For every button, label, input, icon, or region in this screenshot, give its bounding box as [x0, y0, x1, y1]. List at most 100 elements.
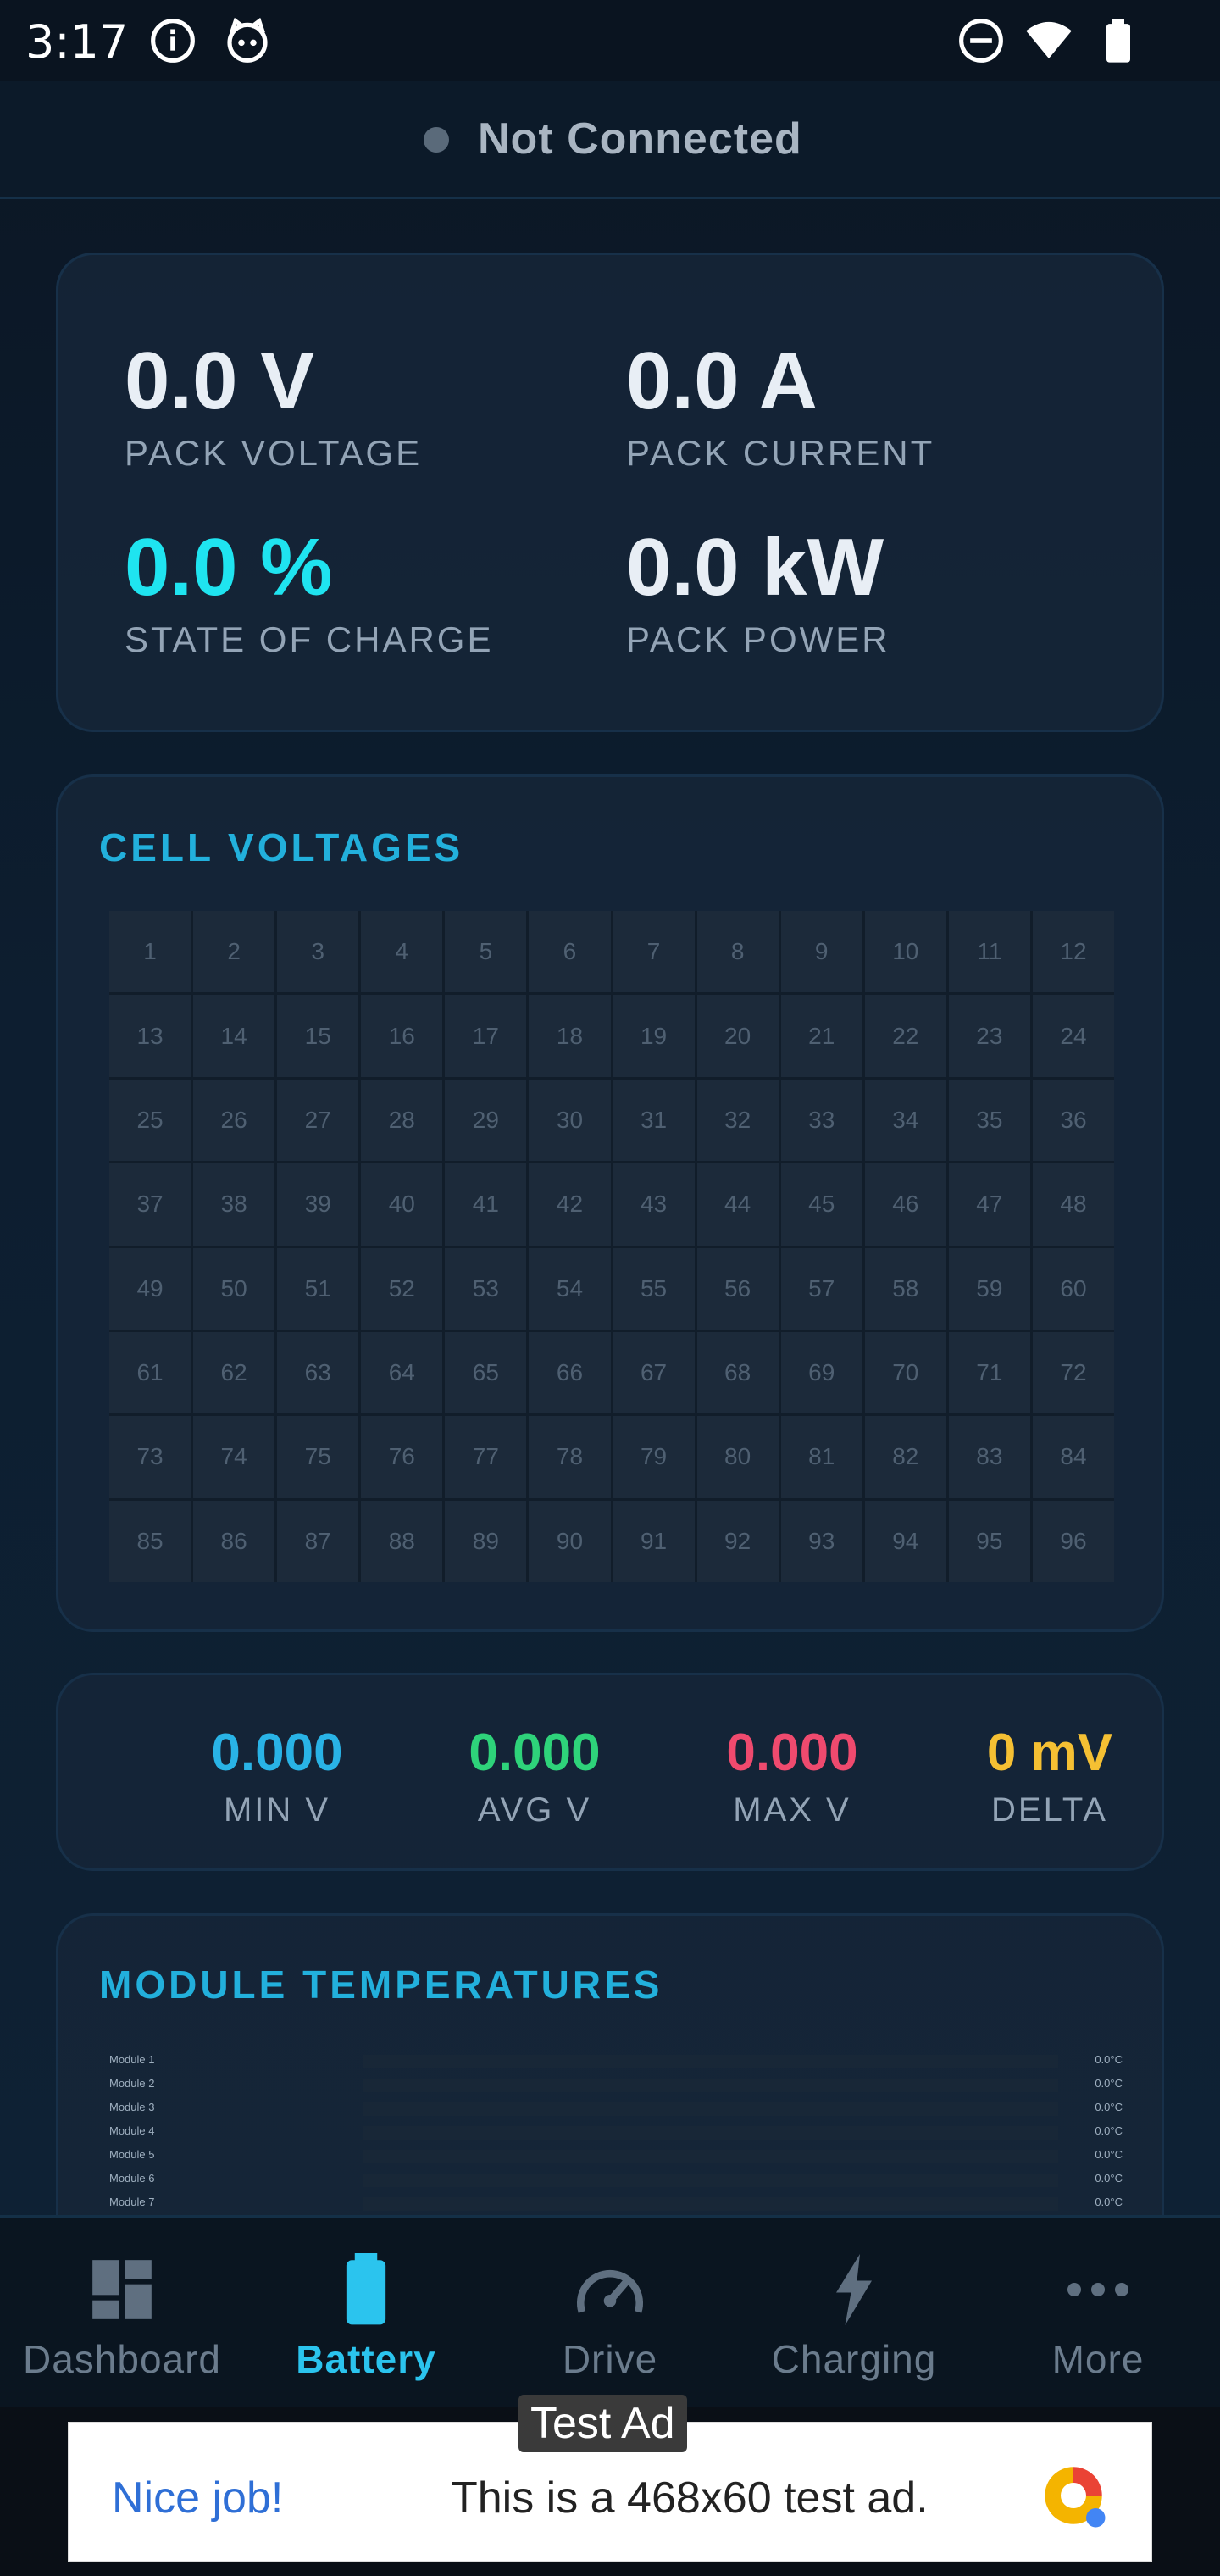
cell-voltage-cell: 10	[864, 911, 946, 993]
state-of-charge-value: 0.0 %	[125, 522, 333, 613]
nav-battery-label: Battery	[296, 2337, 436, 2381]
cell-voltage-cell: 37	[109, 1163, 191, 1246]
cell-voltage-cell: 80	[696, 1416, 779, 1498]
connection-status-dot	[424, 127, 449, 153]
cell-voltage-cell: 60	[1032, 1247, 1114, 1330]
pack-power-value: 0.0 kW	[626, 522, 884, 613]
cell-voltage-cell: 19	[613, 995, 695, 1077]
cell-voltage-cell: 55	[613, 1247, 695, 1330]
module-temperature-value: 0.0°C	[1095, 2101, 1123, 2113]
cell-voltages-title: CELL VOLTAGES	[99, 825, 464, 869]
min-voltage-value: 0.000	[211, 1724, 343, 1782]
cell-voltage-cell: 76	[361, 1416, 443, 1498]
pack-power-stat: 0.0 kW PACK POWER	[626, 521, 890, 660]
module-name: Module 4	[109, 2124, 155, 2137]
test-ad-tag: Test Ad	[518, 2395, 687, 2452]
cell-voltage-cell: 47	[948, 1163, 1030, 1246]
cell-voltage-cell: 20	[696, 995, 779, 1077]
max-voltage-label: MAX V	[733, 1791, 851, 1829]
module-temperature-value: 0.0°C	[1095, 2053, 1123, 2066]
info-icon	[151, 19, 195, 63]
cell-voltages-card: CELL VOLTAGES 1 2 3 4 5 6 7 8 9 10 11 12 13 14 15 16 17 1…	[56, 774, 1164, 1632]
nav-drive[interactable]: Drive	[488, 2251, 732, 2382]
bottom-navigation: Dashboard Battery Drive Charging More	[0, 2215, 1220, 2409]
module-temperature-row: Module 7 0.0°C	[109, 2192, 1123, 2212]
avg-voltage: 0.000 AVG V	[408, 1723, 662, 1829]
ad-zone: Nice job! This is a 468x60 test ad. Test…	[0, 2395, 1220, 2576]
connection-bar[interactable]: Not Connected	[0, 81, 1220, 199]
cell-voltage-cell: 95	[948, 1500, 1030, 1582]
avg-voltage-label: AVG V	[477, 1791, 592, 1829]
module-name: Module 2	[109, 2077, 155, 2090]
nav-more[interactable]: More	[976, 2251, 1220, 2382]
cell-voltage-cell: 16	[361, 995, 443, 1077]
nav-battery[interactable]: Battery	[244, 2251, 488, 2382]
module-temperature-value: 0.0°C	[1095, 2172, 1123, 2185]
cell-voltage-cell: 62	[193, 1331, 275, 1414]
pack-voltage-stat: 0.0 V PACK VOLTAGE	[125, 335, 422, 474]
cell-voltage-cell: 45	[780, 1163, 862, 1246]
cell-voltage-cell: 49	[109, 1247, 191, 1330]
cell-voltage-cell: 56	[696, 1247, 779, 1330]
status-bar: 3:17	[0, 0, 1220, 81]
cell-voltage-cell: 81	[780, 1416, 862, 1498]
module-temperature-row: Module 6 0.0°C	[109, 2168, 1123, 2189]
cell-voltage-cell: 40	[361, 1163, 443, 1246]
cell-voltage-cell: 83	[948, 1416, 1030, 1498]
ad-body: This is a 468x60 test ad.	[451, 2473, 929, 2523]
cell-voltage-cell: 86	[193, 1500, 275, 1582]
cell-voltage-cell: 18	[529, 995, 611, 1077]
cell-voltage-cell: 65	[445, 1331, 527, 1414]
cell-voltage-grid: 1 2 3 4 5 6 7 8 9 10 11 12 13 14 15 16 17 18 19 20 21 22 23 24 2…	[109, 911, 1114, 1582]
cell-voltage-cell: 70	[864, 1331, 946, 1414]
dashboard-icon	[0, 2251, 244, 2328]
module-temperature-bar	[363, 2079, 1058, 2092]
cell-voltage-cell: 6	[529, 911, 611, 993]
pack-stats-card: 0.0 V PACK VOLTAGE 0.0 A PACK CURRENT 0.…	[56, 253, 1164, 732]
cell-voltage-cell: 92	[696, 1500, 779, 1582]
nav-charging[interactable]: Charging	[732, 2251, 976, 2382]
do-not-disturb-icon	[959, 19, 1003, 63]
cell-voltage-cell: 66	[529, 1331, 611, 1414]
avg-voltage-value: 0.000	[469, 1724, 601, 1782]
cell-voltage-cell: 24	[1032, 995, 1114, 1077]
cell-voltage-cell: 27	[277, 1079, 359, 1162]
cell-voltage-cell: 15	[277, 995, 359, 1077]
module-temperature-row: Module 4 0.0°C	[109, 2121, 1123, 2141]
state-of-charge-stat: 0.0 % STATE OF CHARGE	[125, 521, 493, 660]
cell-voltage-cell: 7	[613, 911, 695, 993]
cell-voltage-cell: 25	[109, 1079, 191, 1162]
cell-voltage-cell: 59	[948, 1247, 1030, 1330]
cell-voltage-cell: 3	[277, 911, 359, 993]
module-temperature-bar	[363, 2055, 1058, 2068]
cell-voltage-cell: 2	[193, 911, 275, 993]
cell-voltage-cell: 36	[1032, 1079, 1114, 1162]
cell-voltage-cell: 26	[193, 1079, 275, 1162]
nav-dashboard[interactable]: Dashboard	[0, 2251, 244, 2382]
cell-voltage-cell: 88	[361, 1500, 443, 1582]
cell-voltage-cell: 30	[529, 1079, 611, 1162]
module-temperature-row: Module 3 0.0°C	[109, 2097, 1123, 2118]
cell-voltage-cell: 84	[1032, 1416, 1114, 1498]
module-temperature-bar	[363, 2197, 1058, 2211]
module-temperature-value: 0.0°C	[1095, 2124, 1123, 2137]
cat-icon	[227, 17, 268, 63]
cell-voltage-cell: 11	[948, 911, 1030, 993]
ad-headline: Nice job!	[112, 2473, 284, 2523]
cell-voltage-cell: 48	[1032, 1163, 1114, 1246]
module-temperature-value: 0.0°C	[1095, 2077, 1123, 2090]
cell-voltage-cell: 93	[780, 1500, 862, 1582]
min-voltage-label: MIN V	[223, 1791, 331, 1829]
module-temperature-bar	[363, 2126, 1058, 2140]
cell-voltage-cell: 67	[613, 1331, 695, 1414]
cell-voltage-cell: 46	[864, 1163, 946, 1246]
cell-voltage-cell: 96	[1032, 1500, 1114, 1582]
cell-voltage-cell: 42	[529, 1163, 611, 1246]
cell-voltage-cell: 79	[613, 1416, 695, 1498]
voltage-delta-value: 0 mV	[986, 1724, 1113, 1782]
cell-voltage-cell: 68	[696, 1331, 779, 1414]
module-temperature-row: Module 5 0.0°C	[109, 2145, 1123, 2165]
cell-voltage-cell: 57	[780, 1247, 862, 1330]
pack-current-stat: 0.0 A PACK CURRENT	[626, 335, 934, 474]
cell-voltage-cell: 77	[445, 1416, 527, 1498]
